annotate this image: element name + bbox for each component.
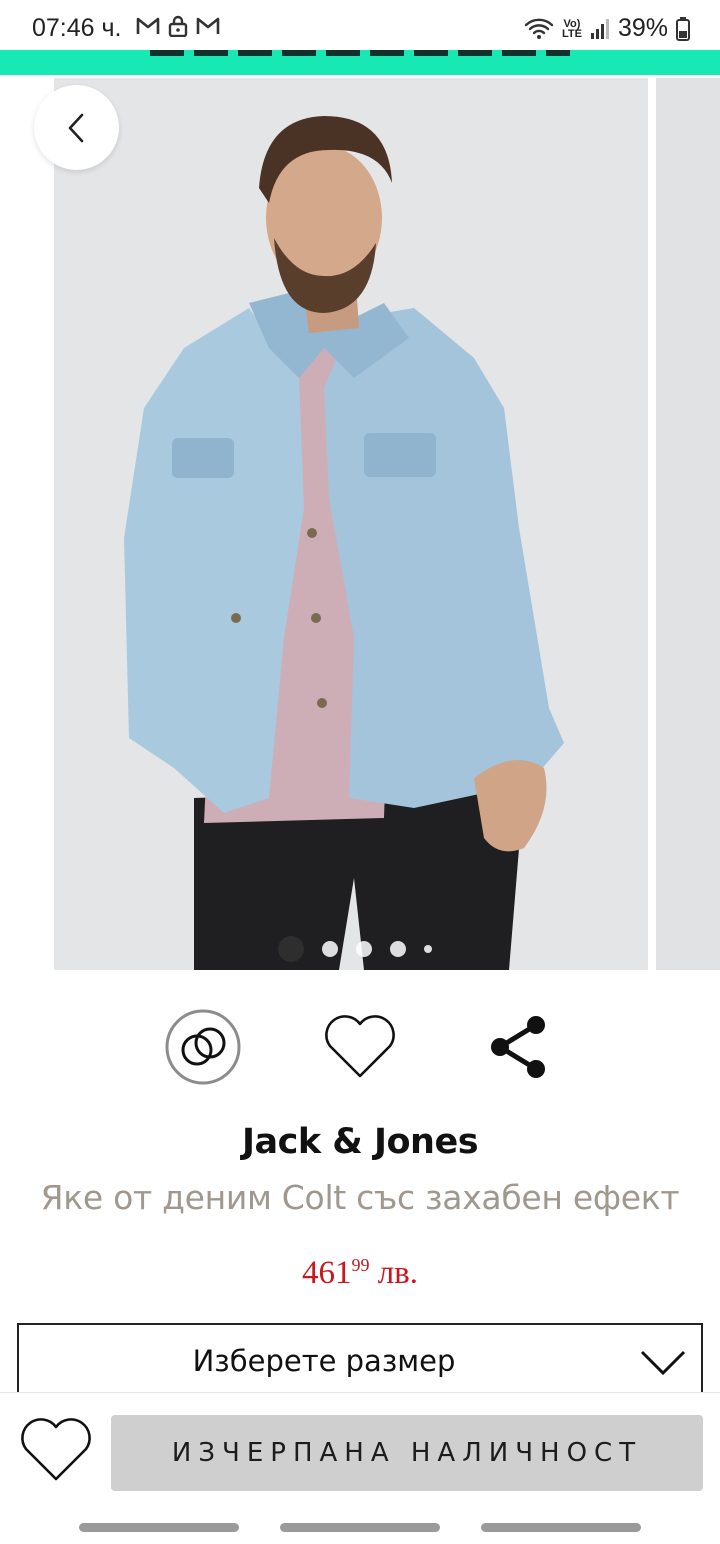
gmail-icon xyxy=(136,17,160,34)
compare-rings-icon xyxy=(165,1009,241,1085)
system-icons: Vo) LTE 39% xyxy=(524,14,690,43)
favorite-button[interactable] xyxy=(320,1005,400,1089)
notification-icons xyxy=(136,15,220,37)
heart-icon xyxy=(21,1418,91,1481)
lock-icon xyxy=(168,15,188,37)
battery-percent: 39% xyxy=(617,14,668,42)
status-time: 07:46 ч. xyxy=(32,14,122,42)
product-photo xyxy=(54,78,648,970)
pagination-dot[interactable] xyxy=(356,941,372,957)
product-price: 46199 лв. xyxy=(0,1255,720,1292)
promo-banner-text-fragment xyxy=(150,50,570,56)
system-navigation-bar xyxy=(0,1512,720,1544)
next-image-peek[interactable] xyxy=(656,78,720,970)
nav-recents[interactable] xyxy=(79,1523,239,1532)
chevron-down-icon xyxy=(640,1350,686,1376)
product-image[interactable] xyxy=(54,78,648,970)
signal-icon xyxy=(590,18,609,39)
pagination-dot[interactable] xyxy=(390,941,406,957)
compare-button[interactable] xyxy=(163,1005,243,1089)
share-icon xyxy=(491,1016,545,1078)
out-of-stock-button[interactable]: ИЗЧЕРПАНА НАЛИЧНОСТ xyxy=(111,1415,703,1491)
price-cents: 99 xyxy=(351,1255,370,1275)
heart-icon xyxy=(325,1015,395,1078)
promo-banner[interactable] xyxy=(0,50,720,75)
nav-back[interactable] xyxy=(481,1523,641,1532)
pagination-dot[interactable] xyxy=(322,941,338,957)
status-bar: 07:46 ч. Vo) LTE 39% xyxy=(0,0,720,52)
product-actions xyxy=(0,1005,720,1091)
chevron-left-icon xyxy=(68,113,83,142)
bottom-action-bar: ИЗЧЕРПАНА НАЛИЧНОСТ xyxy=(0,1392,720,1512)
share-button[interactable] xyxy=(478,1005,558,1089)
gallery-pagination xyxy=(278,936,432,962)
battery-icon xyxy=(676,16,690,41)
price-main: 461 xyxy=(301,1255,352,1291)
pagination-dot[interactable] xyxy=(424,945,432,953)
gmail-icon xyxy=(196,17,220,34)
size-select[interactable]: Изберете размер xyxy=(17,1323,703,1399)
price-currency: лв. xyxy=(377,1255,419,1291)
wifi-icon xyxy=(524,18,554,39)
product-brand[interactable]: Jack & Jones xyxy=(0,1122,720,1162)
nav-home[interactable] xyxy=(280,1523,440,1532)
back-button[interactable] xyxy=(34,85,119,170)
pagination-dot-active[interactable] xyxy=(278,936,304,962)
add-to-wishlist-button[interactable] xyxy=(18,1415,94,1485)
size-select-label: Изберете размер xyxy=(192,1344,456,1378)
lte-icon: Vo) LTE xyxy=(561,17,582,40)
product-title: Яке от деним Colt със захабен ефект xyxy=(40,1178,680,1217)
product-image-gallery[interactable] xyxy=(0,78,720,970)
